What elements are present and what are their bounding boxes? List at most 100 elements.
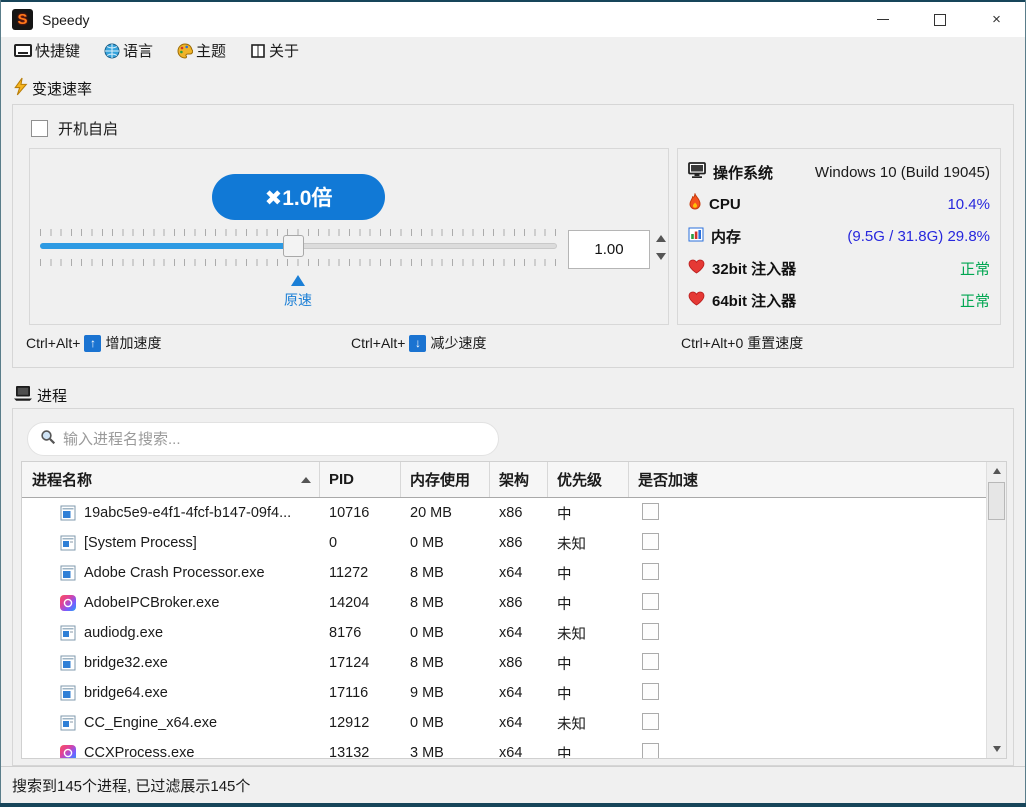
marker-triangle-icon [291, 275, 305, 286]
accelerate-checkbox[interactable] [642, 683, 659, 700]
process-search-box[interactable] [27, 422, 499, 456]
menu-item-label: 关于 [269, 40, 299, 61]
speed-groupbox: 开机自启 ✖1.0倍 原速 操作系统 Windows 10 (Build 190… [12, 104, 1014, 368]
hotkey-prefix: Ctrl+Alt+ [351, 335, 405, 351]
column-header-memory[interactable]: 内存使用 [401, 462, 490, 497]
process-arch: x64 [490, 565, 548, 581]
close-button[interactable]: × [968, 2, 1025, 37]
accelerate-checkbox[interactable] [642, 563, 659, 580]
arrow-up-key-icon: ↑ [84, 335, 101, 352]
spinner-up-icon[interactable] [656, 235, 666, 242]
process-section-title: 进程 [37, 385, 67, 406]
menu-item-about[interactable]: 关于 [250, 40, 299, 61]
hotkey-action: 增加速度 [105, 333, 161, 353]
spinner-down-icon[interactable] [656, 253, 666, 260]
table-row[interactable]: CCXProcess.exe 13132 3 MB x64 中 [22, 738, 1006, 759]
search-input[interactable] [63, 431, 486, 448]
fire-icon [688, 193, 702, 215]
menu-item-language[interactable]: 语言 [104, 40, 153, 61]
autostart-label: 开机自启 [58, 118, 118, 139]
table-row[interactable]: CC_Engine_x64.exe 12912 0 MB x64 未知 [22, 708, 1006, 738]
app-window: S Speedy × 快捷键 语言 主题 关于 变速速率 [0, 0, 1026, 807]
column-label: 架构 [499, 469, 529, 490]
app-logo-icon: S [12, 9, 33, 30]
speed-value-input[interactable] [568, 230, 650, 269]
table-row[interactable]: audiodg.exe 8176 0 MB x64 未知 [22, 618, 1006, 648]
process-priority: 未知 [548, 713, 629, 734]
slider-handle[interactable] [283, 235, 304, 257]
column-header-accelerate[interactable]: 是否加速 [629, 462, 1006, 497]
table-row[interactable]: bridge32.exe 17124 8 MB x86 中 [22, 648, 1006, 678]
process-priority: 未知 [548, 533, 629, 554]
scrollbar-down-button[interactable] [987, 740, 1007, 758]
process-name: Adobe Crash Processor.exe [84, 565, 265, 581]
accelerate-checkbox[interactable] [642, 743, 659, 760]
scrollbar-thumb[interactable] [988, 482, 1005, 520]
process-priority: 未知 [548, 623, 629, 644]
process-priority: 中 [548, 593, 629, 614]
table-row[interactable]: 19abc5e9-e4f1-4fcf-b147-09f4... 10716 20… [22, 498, 1006, 528]
injector64-label: 64bit 注入器 [712, 290, 796, 311]
process-arch: x64 [490, 745, 548, 759]
minimize-button[interactable] [854, 2, 911, 37]
table-scrollbar[interactable] [986, 462, 1006, 758]
column-header-arch[interactable]: 架构 [490, 462, 548, 497]
monitor-icon [688, 162, 706, 183]
process-pid: 17124 [320, 655, 401, 671]
globe-icon [104, 43, 120, 59]
process-name: audiodg.exe [84, 625, 163, 641]
process-priority: 中 [548, 503, 629, 524]
table-row[interactable]: bridge64.exe 17116 9 MB x64 中 [22, 678, 1006, 708]
hotkey-action: 减少速度 [430, 333, 486, 353]
adobe-cc-icon [60, 595, 76, 611]
scrollbar-up-button[interactable] [987, 462, 1007, 480]
info-row-injector64: 64bit 注入器 正常 [688, 284, 990, 316]
speed-multiplier-button[interactable]: ✖1.0倍 [212, 174, 385, 220]
column-header-pid[interactable]: PID [320, 462, 401, 497]
process-pid: 8176 [320, 625, 401, 641]
menu-item-theme[interactable]: 主题 [177, 40, 226, 61]
info-row-injector32: 32bit 注入器 正常 [688, 252, 990, 284]
injector32-status: 正常 [960, 258, 990, 279]
accelerate-checkbox[interactable] [642, 623, 659, 640]
hotkey-prefix: Ctrl+Alt+0 [681, 335, 743, 351]
accelerate-checkbox[interactable] [642, 653, 659, 670]
accelerate-checkbox[interactable] [642, 503, 659, 520]
table-row[interactable]: [System Process] 0 0 MB x86 未知 [22, 528, 1006, 558]
app-icon [60, 715, 76, 731]
process-arch: x64 [490, 625, 548, 641]
table-body: 19abc5e9-e4f1-4fcf-b147-09f4... 10716 20… [22, 498, 1006, 759]
column-header-name[interactable]: 进程名称 [22, 462, 320, 497]
process-priority: 中 [548, 683, 629, 704]
accelerate-checkbox[interactable] [642, 593, 659, 610]
window-title: Speedy [42, 12, 89, 28]
memory-value: (9.5G / 31.8G) 29.8% [847, 228, 990, 245]
autostart-checkbox-row[interactable]: 开机自启 [31, 118, 118, 139]
table-row[interactable]: AdobeIPCBroker.exe 14204 8 MB x86 中 [22, 588, 1006, 618]
accelerate-checkbox[interactable] [642, 533, 659, 550]
process-arch: x86 [490, 655, 548, 671]
accelerate-checkbox[interactable] [642, 713, 659, 730]
maximize-button[interactable] [911, 2, 968, 37]
process-memory: 3 MB [401, 745, 490, 759]
window-frame-top [0, 0, 1026, 2]
injector64-status: 正常 [960, 290, 990, 311]
menu-item-hotkeys[interactable]: 快捷键 [14, 40, 80, 61]
table-row[interactable]: Adobe Crash Processor.exe 11272 8 MB x64… [22, 558, 1006, 588]
menu-item-label: 主题 [196, 40, 226, 61]
app-icon [60, 505, 76, 521]
slider-fill [40, 243, 287, 249]
os-value: Windows 10 (Build 19045) [815, 164, 990, 181]
column-header-priority[interactable]: 优先级 [548, 462, 629, 497]
process-name: [System Process] [84, 535, 197, 551]
memory-label: 内存 [711, 226, 741, 247]
process-memory: 0 MB [401, 625, 490, 641]
scroll-up-icon [993, 468, 1001, 474]
process-name: AdobeIPCBroker.exe [84, 595, 219, 611]
autostart-checkbox[interactable] [31, 120, 48, 137]
process-pid: 12912 [320, 715, 401, 731]
keyboard-icon [14, 44, 32, 58]
window-frame-bottom [0, 803, 1026, 807]
speed-section-title: 变速速率 [32, 78, 92, 99]
info-row-os: 操作系统 Windows 10 (Build 19045) [688, 156, 990, 188]
